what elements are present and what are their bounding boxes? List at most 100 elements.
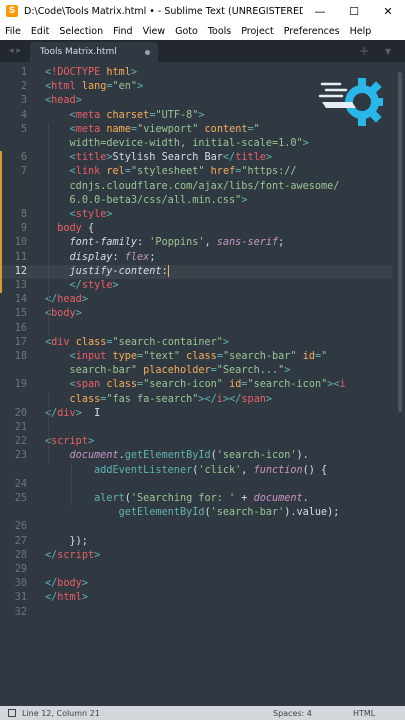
code-line[interactable]: 26 (0, 520, 392, 534)
code-line[interactable]: 22 <script> (0, 435, 392, 449)
code-line[interactable]: 9 body { (0, 222, 392, 236)
line-number: 10 (14, 237, 27, 249)
code-token: head (51, 95, 76, 107)
code-line[interactable]: 29 (0, 563, 392, 577)
code-line[interactable]: 31 </html> (0, 591, 392, 605)
line-number: 28 (14, 549, 27, 561)
line-number: 15 (14, 308, 27, 320)
maximize-button[interactable]: ☐ (337, 0, 371, 22)
code-token: > (106, 209, 113, 220)
code-line[interactable]: 28 </script> (0, 549, 392, 563)
code-line[interactable]: 8 <style> (0, 208, 392, 222)
menu-item-find[interactable]: Find (108, 26, 137, 37)
code-line[interactable]: 13 </style> (0, 279, 392, 293)
menu-item-help[interactable]: Help (345, 26, 377, 37)
code-line[interactable]: 20 </div> I (0, 407, 392, 421)
minimize-button[interactable]: — (303, 0, 337, 22)
code-token: document (69, 450, 119, 462)
code-line[interactable]: 23 document.getElementById('search-icon'… (0, 449, 392, 463)
menu-item-tools[interactable]: Tools (203, 26, 236, 37)
code-editor[interactable]: 1 <!DOCTYPE html> 2 <html lang="en"> 3 <head>… (0, 62, 405, 706)
gear-logo-icon (318, 78, 383, 126)
code-token: I (94, 407, 101, 419)
indentation-setting[interactable]: Spaces: 4 (273, 709, 353, 718)
code-token: class (75, 336, 107, 348)
tab-tools-matrix[interactable]: Tools Matrix.html (30, 42, 158, 62)
code-line[interactable]: cdnjs.cloudflare.com/ajax/libs/font-awes… (0, 180, 392, 194)
vertical-scrollbar[interactable] (398, 72, 402, 412)
code-text: <span class="search-icon" id="search-ico… (45, 378, 346, 392)
modified-line-marker (0, 193, 2, 208)
code-token: > (87, 436, 95, 448)
code-line[interactable]: 24 (0, 478, 392, 492)
menu-bar: File Edit Selection Find View Goto Tools Projec… (0, 22, 405, 40)
line-number: 27 (14, 535, 27, 547)
code-line[interactable]: width=device-width, initial-scale=1.0"> (0, 137, 392, 151)
text-caret (167, 264, 169, 277)
title-bar: S D:\Code\Tools Matrix.html • - Sublime … (0, 0, 405, 22)
code-line[interactable]: 10 font-family: 'Poppins', sans-serif; (0, 236, 392, 250)
code-line[interactable]: 30 </body> (0, 577, 392, 591)
code-line[interactable]: 15 <body> (0, 307, 392, 321)
syntax-selector[interactable]: HTML (353, 709, 405, 718)
code-text: <input type="text" class="search-bar" id… (45, 350, 328, 364)
code-line[interactable]: 14 </head> (0, 293, 392, 307)
code-token: title (75, 152, 107, 164)
code-line[interactable]: 18 <input type="text" class="search-bar"… (0, 350, 392, 364)
window-title: D:\Code\Tools Matrix.html • - Sublime Te… (24, 5, 303, 17)
code-token: head (57, 294, 82, 306)
menu-item-preferences[interactable]: Preferences (279, 26, 345, 37)
code-line[interactable]: 16 (0, 322, 392, 336)
line-number: 18 (14, 351, 27, 362)
menu-item-view[interactable]: View (138, 26, 171, 37)
code-token: body (57, 578, 82, 590)
tab-nav-arrows[interactable]: ◂ ▸ (0, 46, 30, 56)
code-line[interactable]: 6.0.0-beta3/css/all.min.css"> (0, 194, 392, 208)
tab-bar-controls[interactable]: + ▾ (359, 44, 405, 58)
code-line[interactable]: 7 <link rel="stylesheet" href="https:// (0, 165, 392, 179)
line-number: 13 (14, 280, 27, 291)
code-token: function (253, 464, 303, 476)
code-text: </body> (45, 577, 88, 591)
menu-item-project[interactable]: Project (236, 26, 279, 37)
menu-item-goto[interactable]: Goto (170, 26, 203, 37)
code-line[interactable]: 12 justify-content: (0, 264, 392, 279)
code-line[interactable]: class="fas fa-search"></i></span> (0, 393, 392, 407)
code-line[interactable]: 32 (0, 606, 392, 620)
code-token: > (75, 308, 82, 320)
code-token: lang (81, 81, 107, 93)
code-token: </ (45, 407, 58, 419)
line-number: 21 (14, 422, 27, 433)
menu-item-edit[interactable]: Edit (26, 26, 54, 37)
menu-item-selection[interactable]: Selection (54, 26, 108, 37)
tab-bar: ◂ ▸ Tools Matrix.html + ▾ (0, 40, 405, 62)
code-line[interactable]: 6 <title>Stylish Search Bar</title> (0, 151, 392, 165)
code-line[interactable]: 27 }); (0, 535, 392, 549)
code-token: class (106, 379, 138, 391)
code-token: </ (69, 280, 82, 291)
code-token: content (204, 123, 248, 135)
unsaved-dot-icon[interactable] (145, 49, 150, 55)
code-line[interactable]: 11 display: flex; (0, 251, 392, 265)
code-line[interactable]: 25 alert('Searching for: ' + document. (0, 492, 392, 506)
code-token: > (75, 95, 82, 107)
panel-toggle-icon[interactable] (8, 709, 16, 717)
code-line[interactable]: 19 <span class="search-icon" id="search-… (0, 378, 392, 392)
code-line[interactable]: getElementById('search-bar').value); (0, 506, 392, 520)
line-number: 7 (20, 166, 27, 178)
code-text: </head> (45, 293, 88, 307)
code-line[interactable]: addEventListener('click', function() { (0, 464, 392, 478)
code-token: . (302, 493, 309, 504)
close-button[interactable]: ✕ (371, 0, 405, 22)
menu-item-file[interactable]: File (0, 26, 26, 37)
code-line[interactable]: 21 (0, 421, 392, 435)
line-number: 5 (20, 123, 27, 135)
code-line[interactable]: search-bar" placeholder="Search..."> (0, 364, 392, 378)
code-line[interactable]: 17 <div class="search-container"> (0, 336, 392, 350)
code-token: justify-content (69, 265, 162, 277)
code-text: <body> (45, 307, 82, 321)
code-token: , (241, 464, 254, 476)
code-token: body (57, 223, 82, 235)
code-token: script (51, 436, 88, 448)
